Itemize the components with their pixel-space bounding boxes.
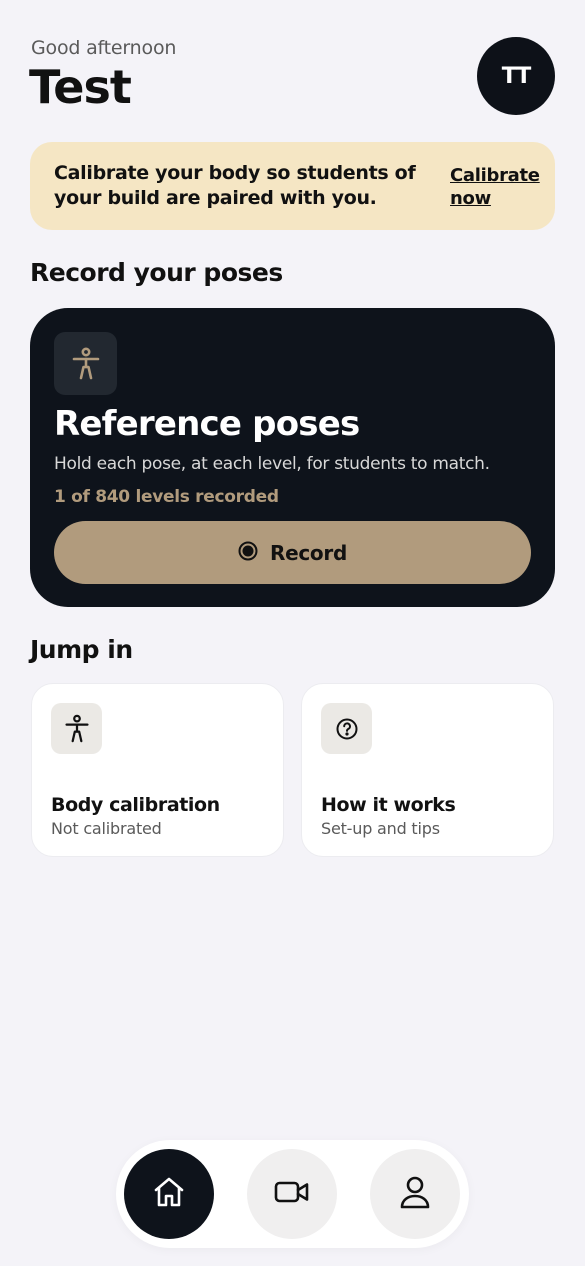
calibration-banner: Calibrate your body so students of your … — [30, 142, 555, 230]
question-circle-icon — [321, 703, 372, 754]
calibration-banner-message: Calibrate your body so students of your … — [54, 162, 416, 209]
person-pose-icon — [54, 332, 117, 395]
reference-poses-title: Reference poses — [54, 404, 360, 444]
bottom-tab-bar — [116, 1140, 469, 1248]
home-screen: Good afternoon Test TT Calibrate your bo… — [0, 0, 585, 1266]
how-it-works-tile[interactable]: How it works Set-up and tips — [301, 683, 554, 857]
body-calibration-status: Not calibrated — [51, 819, 162, 838]
body-calibration-title: Body calibration — [51, 794, 220, 816]
record-button[interactable]: Record — [54, 521, 531, 584]
record-section-title: Record your poses — [30, 258, 283, 287]
user-icon — [398, 1174, 432, 1214]
record-button-label: Record — [270, 540, 347, 565]
user-name-heading: Test — [29, 60, 132, 114]
person-pose-icon — [51, 703, 102, 754]
jump-in-section-title: Jump in — [30, 635, 133, 664]
home-icon — [151, 1174, 187, 1214]
levels-recorded-status: 1 of 840 levels recorded — [54, 487, 279, 507]
reference-poses-description: Hold each pose, at each level, for stude… — [54, 454, 490, 474]
avatar-initials: TT — [501, 63, 532, 89]
how-it-works-title: How it works — [321, 794, 456, 816]
video-camera-icon — [273, 1177, 311, 1211]
home-tab[interactable] — [124, 1149, 214, 1239]
record-dot-icon — [238, 541, 258, 565]
video-tab[interactable] — [247, 1149, 337, 1239]
profile-tab[interactable] — [370, 1149, 460, 1239]
avatar[interactable]: TT — [477, 37, 555, 115]
how-it-works-subtitle: Set-up and tips — [321, 819, 440, 838]
reference-poses-card: Reference poses Hold each pose, at each … — [30, 308, 555, 607]
body-calibration-tile[interactable]: Body calibration Not calibrated — [31, 683, 284, 857]
calibrate-now-link[interactable]: Calibrate now — [450, 164, 546, 210]
greeting-text: Good afternoon — [31, 37, 177, 59]
